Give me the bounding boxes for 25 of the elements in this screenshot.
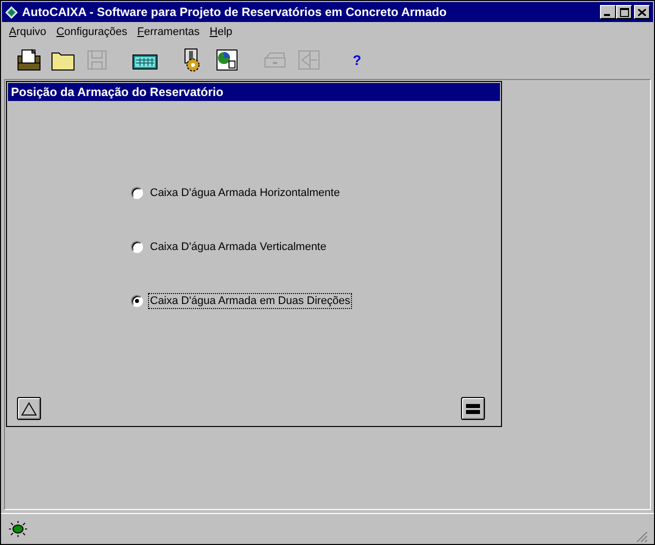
status-light-icon <box>7 520 29 538</box>
menu-item[interactable]: Configurações <box>56 26 128 40</box>
radio-button[interactable] <box>131 241 143 253</box>
maximize-button[interactable] <box>616 5 632 19</box>
maximize-icon <box>620 8 628 16</box>
radio-button[interactable] <box>131 187 143 199</box>
dialog-title: Posição da Armação do Reservatório <box>8 83 500 101</box>
option-label[interactable]: Caixa D'água Armada Horizontalmente <box>148 185 342 201</box>
close-button[interactable] <box>634 5 650 19</box>
window-title: AutoCAIXA - Software para Projeto de Reservatórios em Concreto Armado <box>22 5 448 19</box>
menu-item[interactable]: Arquivo <box>9 26 46 40</box>
resize-grip-icon[interactable] <box>634 529 648 543</box>
app-icon <box>5 6 18 18</box>
triangle-button[interactable] <box>17 397 41 420</box>
option-label[interactable]: Caixa D'água Armada em Duas Direções <box>148 293 352 309</box>
radio-button[interactable] <box>131 295 143 307</box>
menu-item[interactable]: Ferramentas <box>137 26 200 40</box>
close-icon <box>638 8 646 16</box>
option-label[interactable]: Caixa D'água Armada Verticalmente <box>148 239 328 255</box>
minimize-button[interactable] <box>600 5 616 19</box>
help-button[interactable]: ? <box>343 47 371 73</box>
triangle-icon <box>21 402 37 416</box>
equals-button[interactable] <box>461 397 485 420</box>
menu-item[interactable]: Help <box>210 26 232 40</box>
equals-icon <box>465 402 481 416</box>
